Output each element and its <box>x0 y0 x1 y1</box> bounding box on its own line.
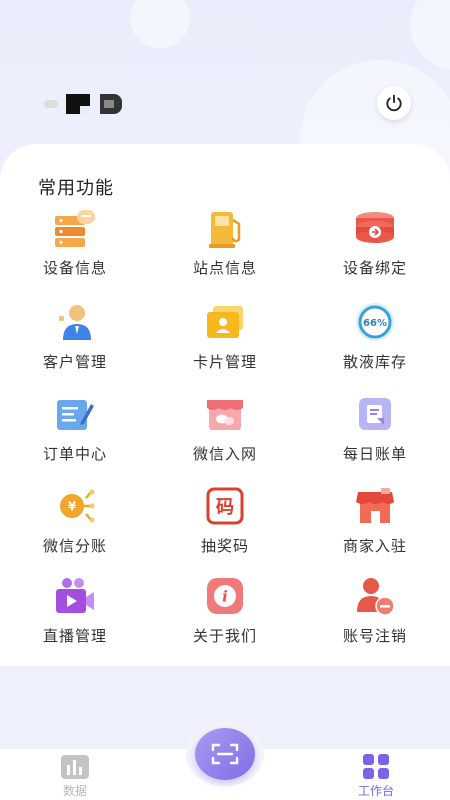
function-order-center[interactable]: 订单中心 <box>0 392 150 472</box>
function-merchant-settle[interactable]: 商家入驻 <box>300 484 450 564</box>
function-station-info[interactable]: 站点信息 <box>150 206 300 286</box>
function-label: 散液库存 <box>342 353 407 371</box>
power-icon <box>386 94 402 112</box>
scan-button[interactable] <box>195 728 255 780</box>
lottery-code-icon: 码 <box>203 484 247 528</box>
live-camera-icon <box>53 574 97 618</box>
tab-data[interactable]: 数据 <box>45 754 105 799</box>
gas-station-icon <box>203 206 247 250</box>
function-label: 账号注销 <box>342 627 407 645</box>
function-label: 设备绑定 <box>342 259 407 277</box>
daily-bill-icon <box>353 392 397 436</box>
inventory-gauge-icon: 66% <box>353 300 397 344</box>
function-wechat-split[interactable]: ¥ 微信分账 <box>0 484 150 564</box>
order-edit-icon <box>53 392 97 436</box>
function-card-manage[interactable]: 卡片管理 <box>150 300 300 380</box>
tab-label: 工作台 <box>357 784 394 798</box>
decor-bubble <box>410 0 450 70</box>
logout-button[interactable] <box>377 86 411 120</box>
function-device-info[interactable]: 设备信息 <box>0 206 150 286</box>
function-bulk-inventory[interactable]: 66% 散液库存 <box>300 300 450 380</box>
function-lottery-code[interactable]: 码 抽奖码 <box>150 484 300 564</box>
function-label: 卡片管理 <box>192 353 257 371</box>
scan-icon <box>211 743 239 765</box>
device-bind-icon <box>353 206 397 250</box>
card-icon <box>203 300 247 344</box>
function-label: 站点信息 <box>192 259 257 277</box>
bar-chart-icon <box>61 755 89 779</box>
account-remove-icon <box>353 574 397 618</box>
function-wechat-onboard[interactable]: 微信入网 <box>150 392 300 472</box>
function-customer-manage[interactable]: 客户管理 <box>0 300 150 380</box>
function-label: 订单中心 <box>42 445 107 463</box>
customer-icon <box>53 300 97 344</box>
gauge-percent-text: 66% <box>363 318 387 329</box>
merchant-store-icon <box>353 484 397 528</box>
info-glyph: i <box>222 588 228 606</box>
function-label: 客户管理 <box>42 353 107 371</box>
function-label: 关于我们 <box>192 627 257 645</box>
section-title: 常用功能 <box>38 178 114 199</box>
workbench-grid-icon <box>363 754 389 779</box>
function-label: 微信分账 <box>42 537 107 555</box>
function-device-bind[interactable]: 设备绑定 <box>300 206 450 286</box>
wechat-shop-icon <box>203 392 247 436</box>
function-label: 每日账单 <box>342 445 407 463</box>
function-label: 微信入网 <box>192 445 257 463</box>
lottery-glyph: 码 <box>216 497 234 518</box>
function-label: 设备信息 <box>42 259 107 277</box>
function-about-us[interactable]: i 关于我们 <box>150 574 300 654</box>
function-account-cancel[interactable]: 账号注销 <box>300 574 450 654</box>
function-daily-bill[interactable]: 每日账单 <box>300 392 450 472</box>
function-live-manage[interactable]: 直播管理 <box>0 574 150 654</box>
currency-glyph: ¥ <box>68 500 77 514</box>
user-name-obscured <box>44 90 124 118</box>
split-payment-icon: ¥ <box>53 484 97 528</box>
function-label: 商家入驻 <box>342 537 407 555</box>
tab-workbench[interactable]: 工作台 <box>346 754 406 799</box>
function-label: 直播管理 <box>42 627 107 645</box>
info-icon: i <box>203 574 247 618</box>
device-info-icon <box>53 206 97 250</box>
tab-label: 数据 <box>62 784 87 798</box>
function-label: 抽奖码 <box>200 537 249 555</box>
decor-bubble <box>130 0 190 48</box>
